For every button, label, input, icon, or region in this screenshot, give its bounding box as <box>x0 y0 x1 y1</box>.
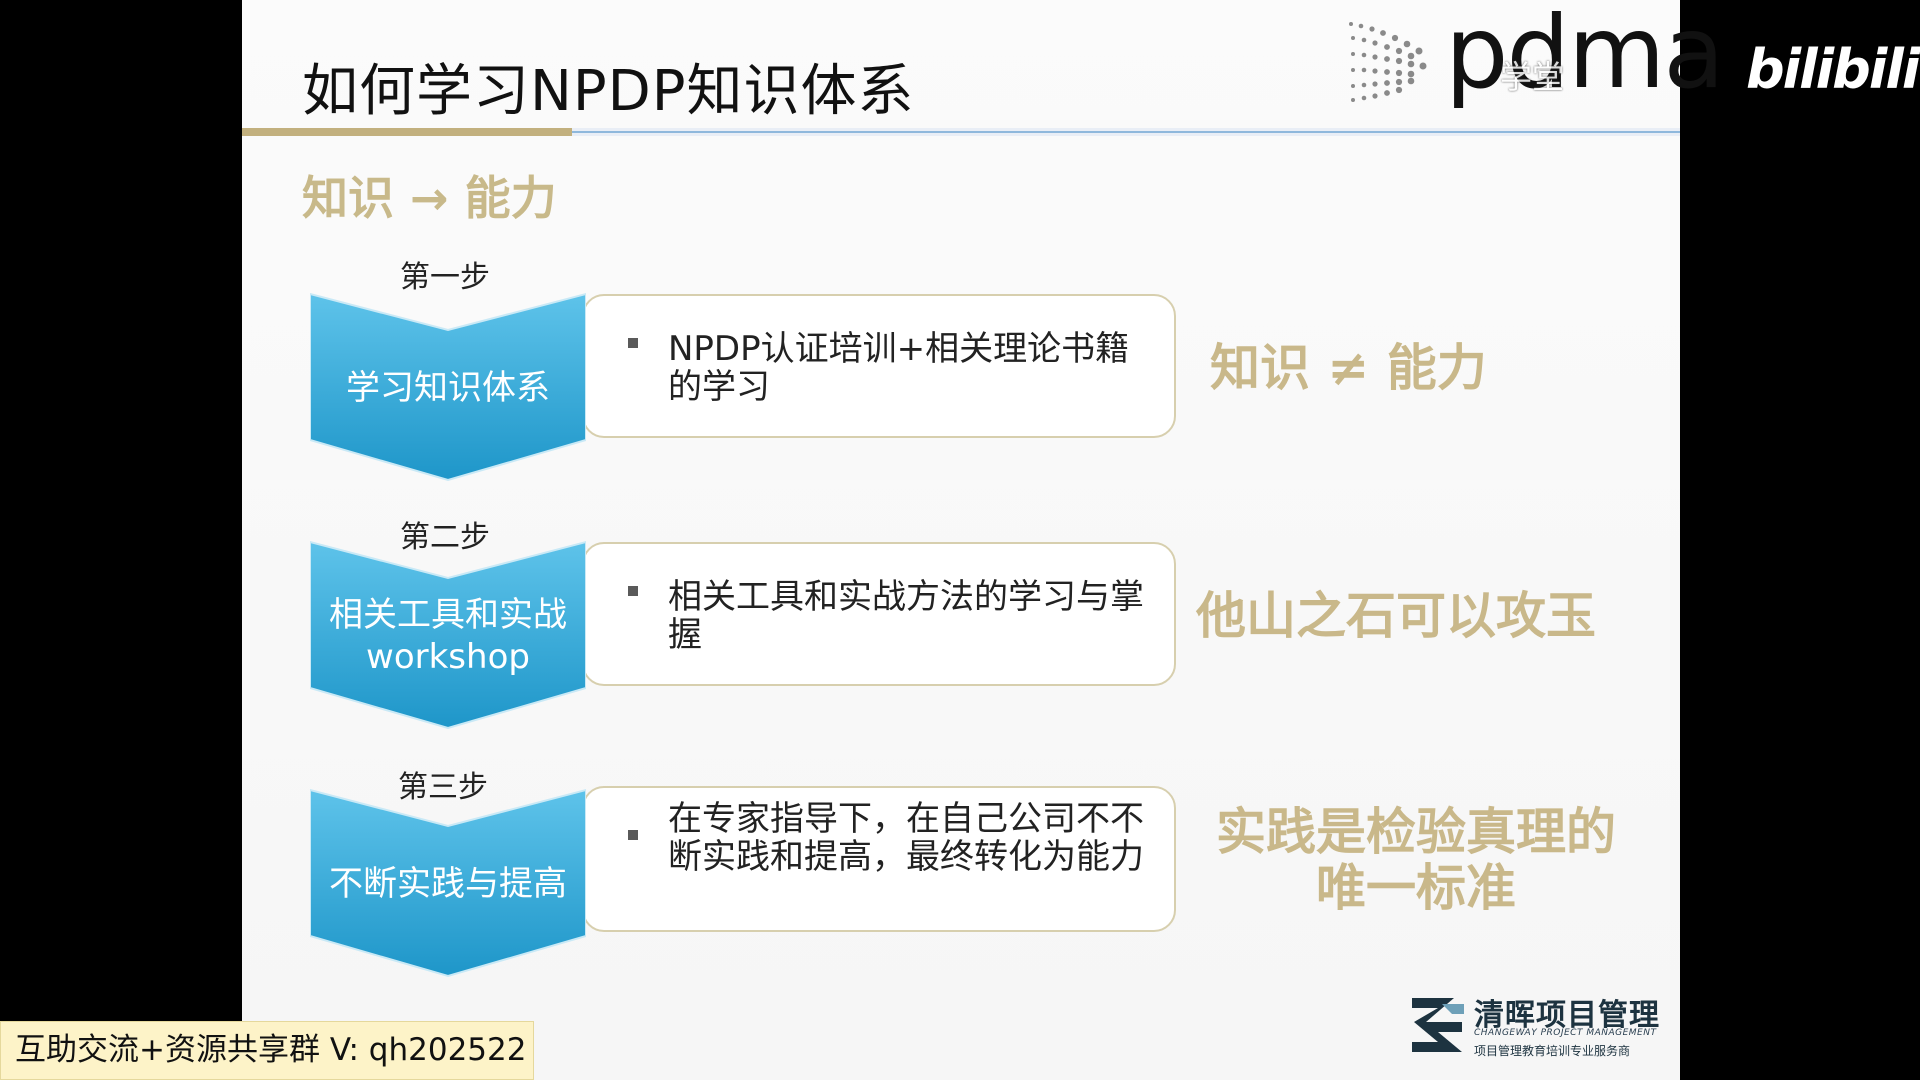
step-1-bullet-text: NPDP认证培训+相关理论书籍的学习 <box>668 329 1130 407</box>
step-1-remark: 知识 ≠ 能力 <box>1210 339 1487 397</box>
title-divider <box>242 128 1680 136</box>
bullet-icon <box>628 586 638 596</box>
step-2-remark: 他山之石可以攻玉 <box>1196 587 1596 645</box>
pdma-dots-icon <box>1349 22 1427 102</box>
qinghui-logo: 清晖项目管理 CHANGEWAY PROJECT MANAGEMENT 项目管理… <box>1408 992 1659 1062</box>
step-3-remark: 实践是检验真理的唯一标准 <box>1216 803 1616 917</box>
step-3-card: 在专家指导下，在自己公司不不断实践和提高，最终转化为能力 <box>582 786 1176 932</box>
bullet-icon <box>628 338 638 348</box>
presentation-slide: 如何学习NPDP知识体系 知识 → 能力 第一步 NPDP认证培训+相关理论书籍… <box>242 0 1680 1080</box>
title-divider-accent <box>242 128 572 136</box>
step-2-card: 相关工具和实战方法的学习与掌握 <box>582 542 1176 686</box>
qinghui-english-name: CHANGEWAY PROJECT MANAGEMENT <box>1474 1028 1657 1038</box>
school-watermark: 学堂 <box>1500 58 1565 96</box>
group-contact-banner: 互助交流+资源共享群 V: qh202522 <box>0 1021 534 1080</box>
step-2-chevron: 相关工具和实战workshop <box>310 540 586 732</box>
step-3-chevron: 不断实践与提高 <box>310 788 586 980</box>
step-3-bullet-text: 在专家指导下，在自己公司不不断实践和提高，最终转化为能力 <box>668 799 1144 877</box>
step-2-chevron-text: 相关工具和实战workshop <box>329 595 567 677</box>
slide-title: 如何学习NPDP知识体系 <box>302 59 915 124</box>
step-1-chevron-text: 学习知识体系 <box>346 368 550 408</box>
slide-subheading: 知识 → 能力 <box>302 171 557 225</box>
step-3-chevron-text: 不断实践与提高 <box>329 864 567 904</box>
step-1-card: NPDP认证培训+相关理论书籍的学习 <box>582 294 1176 438</box>
title-divider-line <box>572 131 1680 133</box>
bullet-icon <box>628 830 638 840</box>
qinghui-tagline: 项目管理教育培训专业服务商 <box>1474 1044 1631 1058</box>
step-1-chevron: 学习知识体系 <box>310 292 586 484</box>
step-2-bullet-text: 相关工具和实战方法的学习与掌握 <box>668 577 1144 655</box>
bilibili-logo: bilibili <box>1746 38 1920 101</box>
step-1-label: 第一步 <box>400 260 490 295</box>
pdma-wordmark: pdma <box>1445 0 1725 111</box>
video-frame: 如何学习NPDP知识体系 知识 → 能力 第一步 NPDP认证培训+相关理论书籍… <box>0 0 1920 1080</box>
qinghui-mark-icon <box>1412 998 1464 1052</box>
